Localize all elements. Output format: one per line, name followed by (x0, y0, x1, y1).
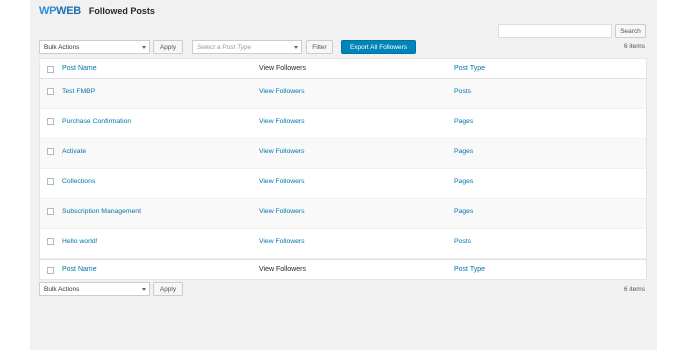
column-post-type[interactable]: Post Type (454, 65, 485, 72)
page-header: WPWEB Followed Posts (39, 5, 155, 17)
post-type-link[interactable]: Posts (454, 88, 471, 95)
row-checkbox[interactable] (47, 148, 54, 155)
bulk-actions-select-top[interactable]: Bulk Actions (39, 40, 150, 54)
bulk-actions-value: Bulk Actions (44, 43, 80, 51)
post-type-placeholder: Select a Post Type (197, 43, 252, 51)
table-header-row: Post Name View Followers Post Type (40, 59, 646, 79)
post-type-link[interactable]: Pages (454, 178, 473, 185)
row-checkbox[interactable] (47, 118, 54, 125)
table-row: Purchase Confirmation View Followers Pag… (40, 109, 646, 139)
wpweb-logo: WPWEB (39, 5, 81, 17)
chevron-down-icon (142, 46, 146, 49)
view-followers-link[interactable]: View Followers (259, 208, 305, 215)
table-row: Subscription Management View Followers P… (40, 199, 646, 229)
view-followers-link[interactable]: View Followers (259, 238, 305, 245)
row-checkbox[interactable] (47, 208, 54, 215)
post-name-link[interactable]: Test FMBP (62, 88, 95, 95)
table-row: Test FMBP View Followers Posts (40, 79, 646, 109)
row-checkbox[interactable] (47, 238, 54, 245)
post-type-select[interactable]: Select a Post Type (192, 40, 302, 54)
post-name-link[interactable]: Collections (62, 178, 95, 185)
page-title: Followed Posts (88, 6, 155, 16)
items-count-bottom: 6 items (624, 286, 645, 293)
select-all-checkbox[interactable] (47, 66, 54, 73)
post-name-link[interactable]: Hello world! (62, 238, 98, 245)
bulk-actions-select-bottom[interactable]: Bulk Actions (39, 282, 150, 296)
post-type-link[interactable]: Pages (454, 118, 473, 125)
apply-button-top[interactable]: Apply (153, 40, 183, 54)
table-row: Hello world! View Followers Posts (40, 229, 646, 259)
items-count-top: 6 items (624, 43, 645, 50)
filter-button[interactable]: Filter (306, 40, 333, 54)
logo-web-text: WEB (56, 5, 81, 17)
post-name-link[interactable]: Purchase Confirmation (62, 118, 131, 125)
column-view-followers-footer: View Followers (259, 266, 306, 273)
table-row: Activate View Followers Pages (40, 139, 646, 169)
table-footer-row: Post Name View Followers Post Type (40, 259, 646, 279)
search-button[interactable]: Search (615, 24, 646, 38)
column-post-name-footer[interactable]: Post Name (62, 266, 97, 273)
followed-posts-table: Post Name View Followers Post Type Test … (39, 58, 647, 280)
post-type-link[interactable]: Pages (454, 148, 473, 155)
column-view-followers: View Followers (259, 65, 306, 72)
bulk-actions-value: Bulk Actions (44, 285, 80, 293)
column-post-type-footer[interactable]: Post Type (454, 266, 485, 273)
select-all-checkbox-footer[interactable] (47, 267, 54, 274)
post-type-link[interactable]: Pages (454, 208, 473, 215)
export-all-followers-button[interactable]: Export All Followers (341, 40, 416, 54)
admin-page: WPWEB Followed Posts Search Bulk Actions… (30, 0, 657, 350)
view-followers-link[interactable]: View Followers (259, 88, 305, 95)
table-row: Collections View Followers Pages (40, 169, 646, 199)
chevron-down-icon (294, 46, 298, 49)
apply-button-bottom[interactable]: Apply (153, 282, 183, 296)
search-input[interactable] (498, 24, 612, 38)
post-name-link[interactable]: Activate (62, 148, 86, 155)
post-type-link[interactable]: Posts (454, 238, 471, 245)
chevron-down-icon (142, 288, 146, 291)
view-followers-link[interactable]: View Followers (259, 178, 305, 185)
row-checkbox[interactable] (47, 178, 54, 185)
logo-wp-text: WP (39, 5, 57, 17)
view-followers-link[interactable]: View Followers (259, 118, 305, 125)
view-followers-link[interactable]: View Followers (259, 148, 305, 155)
post-name-link[interactable]: Subscription Management (62, 208, 141, 215)
column-post-name[interactable]: Post Name (62, 65, 97, 72)
row-checkbox[interactable] (47, 88, 54, 95)
